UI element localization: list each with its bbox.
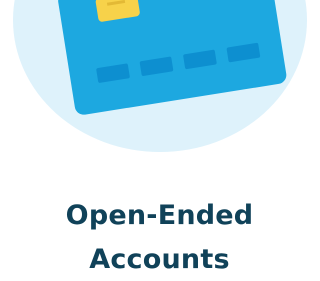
- feature-title-line-2: Accounts: [89, 244, 230, 275]
- feature-title-line-1: Open-Ended: [65, 200, 254, 231]
- feature-tile: Open-Ended Accounts: [0, 0, 319, 281]
